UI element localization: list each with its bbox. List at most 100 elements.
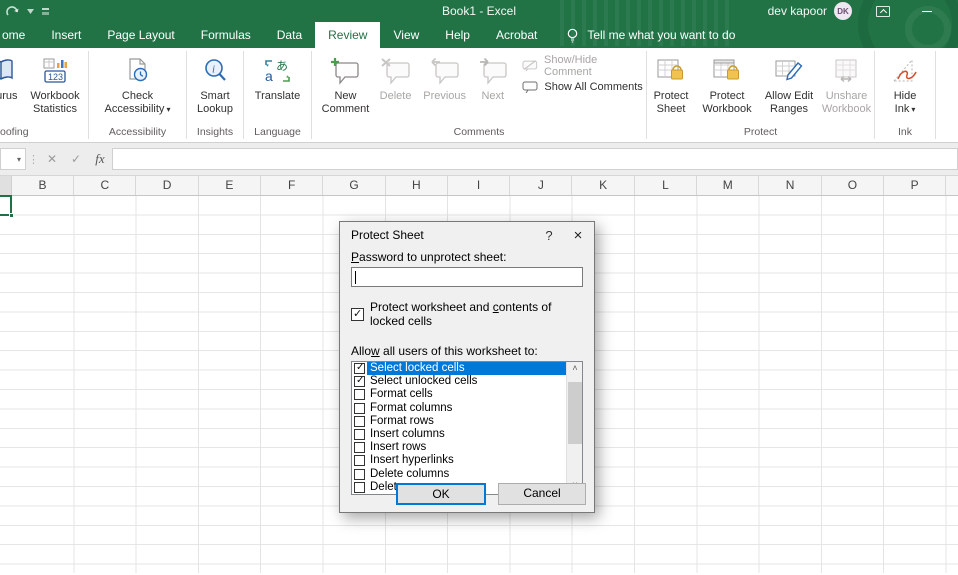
item-checkbox[interactable] [354,429,365,441]
unshare-workbook-button[interactable]: Unshare Workbook [819,50,874,116]
column-header[interactable]: I [448,176,511,195]
name-box[interactable]: ▾ [0,148,26,170]
column-header[interactable]: F [261,176,324,195]
cancel-button[interactable]: Cancel [498,483,586,505]
list-item[interactable]: Format cells [352,388,566,401]
redo-icon[interactable] [6,5,20,17]
insert-function-icon[interactable]: fx [88,148,112,170]
check-accessibility-button[interactable]: Check Accessibility [92,50,184,116]
tab-formulas[interactable]: Formulas [188,22,264,48]
list-item[interactable]: Select unlocked cells [352,375,566,388]
show-hide-comment-button[interactable]: Show/Hide Comment [522,54,646,78]
column-header[interactable]: P [884,176,947,195]
qat-dropdown-icon[interactable] [27,8,34,14]
column-header[interactable]: M [697,176,760,195]
protect-workbook-button[interactable]: Protect Workbook [695,50,759,116]
allow-edit-ranges-button[interactable]: Allow Edit Ranges [759,50,819,116]
list-item[interactable]: Insert rows [352,441,566,454]
smart-lookup-button[interactable]: i Smart Lookup [188,50,242,116]
lightbulb-icon [568,28,578,43]
item-checkbox[interactable] [354,389,365,401]
tab-insert[interactable]: Insert [38,22,94,48]
column-header[interactable]: N [760,176,822,195]
dialog-close-icon[interactable]: × [562,227,594,244]
delete-comment-button[interactable]: Delete [373,50,418,103]
name-box-caret-icon[interactable]: ▾ [17,155,21,164]
hide-ink-label-2: Ink [895,103,916,116]
column-header[interactable]: L [635,176,697,195]
item-checkbox[interactable] [354,468,365,480]
formula-input[interactable] [112,148,958,170]
column-header[interactable]: K [573,176,635,195]
protect-sheet-icon [656,52,686,90]
item-checkbox[interactable] [354,442,365,454]
titlebar-right: dev kapoor DK [768,2,958,20]
column-header[interactable]: O [822,176,884,195]
thesaurus-button[interactable]: saurus [0,50,24,103]
permissions-listbox[interactable]: Select locked cells Select unlocked cell… [351,361,583,495]
item-checkbox[interactable] [354,402,365,414]
list-item[interactable]: Delete columns [352,468,566,481]
column-header[interactable]: H [386,176,448,195]
column-header[interactable]: E [199,176,261,195]
formula-bar-drag-dots[interactable]: ⋮ [26,153,40,166]
tab-help[interactable]: Help [432,22,483,48]
user-name[interactable]: dev kapoor [768,4,827,18]
scroll-up-icon[interactable]: ˄ [567,362,582,377]
customize-qat-icon[interactable] [41,7,50,16]
password-input[interactable] [351,267,583,287]
list-item[interactable]: Select locked cells [352,362,566,376]
list-item[interactable]: Insert columns [352,428,566,441]
column-header[interactable]: D [137,176,199,195]
column-header[interactable]: B [12,176,74,195]
fill-handle[interactable] [9,213,14,218]
tab-data[interactable]: Data [264,22,315,48]
tab-home[interactable]: ome [0,22,38,48]
tell-me-box[interactable]: Tell me what you want to do [566,22,735,48]
hide-ink-button[interactable]: Hide Ink [877,50,933,116]
translate-button[interactable]: あ a Translate [246,50,310,103]
password-label: Password to unprotect sheet: [351,250,507,264]
delete-comment-icon [380,52,412,90]
list-item[interactable]: Format rows [352,415,566,428]
dialog-title-bar[interactable]: Protect Sheet ? × [340,222,594,248]
ribbon-display-options-icon[interactable] [876,5,890,17]
item-checkbox[interactable] [354,455,365,467]
text-caret [355,270,356,284]
avatar[interactable]: DK [834,2,852,20]
new-comment-button[interactable]: New Comment [318,50,373,116]
svg-text:a: a [265,68,273,84]
column-header[interactable]: J [510,176,573,195]
scrollbar-thumb[interactable] [568,382,582,444]
workbook-statistics-button[interactable]: 123 Workbook Statistics [24,50,86,116]
dialog-help-button[interactable]: ? [536,228,562,243]
group-ink: Hide Ink Ink [875,48,935,142]
hide-ink-icon [890,52,920,90]
column-header-a[interactable] [0,176,12,195]
column-header[interactable]: C [74,176,137,195]
list-scrollbar[interactable]: ˄ ˅ [566,362,582,494]
item-checkbox[interactable] [354,375,365,388]
protect-sheet-button[interactable]: Protect Sheet [647,50,695,116]
next-comment-button[interactable]: Next [471,50,514,103]
column-header[interactable]: G [324,176,386,195]
list-item[interactable]: Insert hyperlinks [352,454,566,467]
tab-acrobat[interactable]: Acrobat [483,22,550,48]
list-item[interactable]: Format columns [352,402,566,415]
workbook-statistics-label-1: Workbook [30,90,80,102]
item-checkbox[interactable] [354,415,365,427]
item-checkbox[interactable] [354,362,365,375]
protect-worksheet-checkbox[interactable] [351,307,364,321]
minimize-icon[interactable] [922,10,932,12]
selected-cell[interactable] [0,195,14,218]
tab-review[interactable]: Review [315,22,381,48]
tab-page-layout[interactable]: Page Layout [94,22,187,48]
enter-entry-icon[interactable]: ✓ [64,148,88,170]
cancel-entry-icon[interactable]: ✕ [40,148,64,170]
ribbon: saurus 123 Workbook [0,48,958,143]
show-all-comments-button[interactable]: Show All Comments [522,77,646,96]
tab-view[interactable]: View [380,22,432,48]
ok-button[interactable]: OK [396,483,486,505]
protect-worksheet-checkbox-row[interactable]: Protect worksheet and contents of locked… [351,300,583,328]
previous-comment-button[interactable]: Previous [418,50,471,103]
